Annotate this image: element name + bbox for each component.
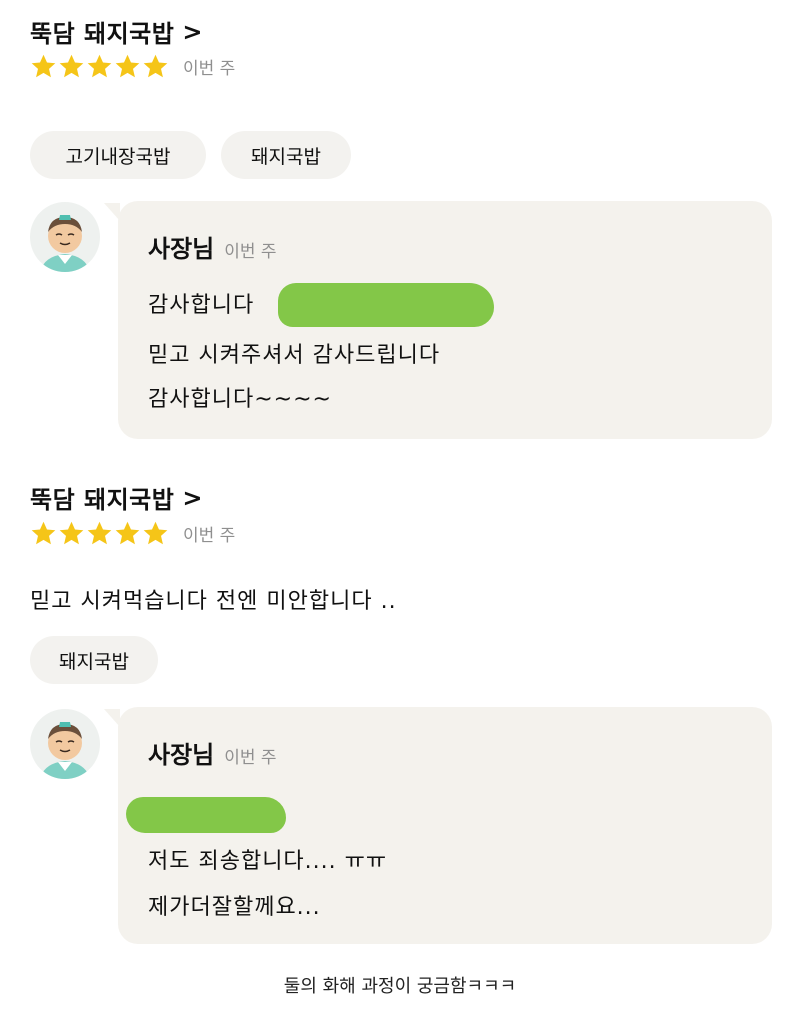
reply-line: 감사합니다~~~~ bbox=[148, 387, 332, 412]
star-icon bbox=[31, 54, 56, 77]
reply-date: 이번 주 bbox=[224, 242, 277, 262]
owner-avatar bbox=[30, 709, 100, 779]
review-date: 이번 주 bbox=[183, 525, 236, 546]
star-icon bbox=[87, 521, 112, 544]
owner-avatar bbox=[30, 202, 100, 272]
star-icon bbox=[115, 54, 140, 77]
menu-tag[interactable]: 돼지국밥 bbox=[221, 131, 351, 179]
reply-date: 이번 주 bbox=[224, 748, 277, 768]
star-icon bbox=[143, 521, 168, 544]
store-name-link-2[interactable]: 뚝담 돼지국밥 > bbox=[30, 480, 202, 515]
star-icon bbox=[143, 54, 168, 77]
star-icon bbox=[59, 521, 84, 544]
owner-name: 사장님 bbox=[148, 741, 215, 769]
star-rating bbox=[30, 520, 169, 547]
star-icon bbox=[31, 521, 56, 544]
star-icon bbox=[59, 54, 84, 77]
menu-tag[interactable]: 고기내장국밥 bbox=[30, 131, 206, 179]
owner-reply-bubble: 사장님 이번 주 저도 죄송합니다.... ㅠㅠ 제가더잘할께요... bbox=[118, 707, 772, 944]
owner-reply-header: 사장님 이번 주 bbox=[148, 735, 277, 770]
owner-name: 사장님 bbox=[148, 235, 215, 263]
caption: 둘의 화해 과정이 궁금함ㅋㅋㅋ bbox=[283, 976, 517, 997]
reply-line: 감사합니다 bbox=[148, 293, 255, 318]
review-text: 믿고 시켜먹습니다 전엔 미안합니다 .. bbox=[30, 589, 397, 614]
owner-reply-bubble: 사장님 이번 주 감사합니다 믿고 시켜주셔서 감사드립니다 감사합니다~~~~ bbox=[118, 201, 772, 439]
chevron-right-icon: > bbox=[182, 17, 203, 46]
star-icon bbox=[87, 54, 112, 77]
redaction-mark bbox=[278, 283, 494, 327]
store-name-link-1[interactable]: 뚝담 돼지국밥 > bbox=[30, 14, 202, 49]
owner-reply-header: 사장님 이번 주 bbox=[148, 229, 277, 264]
chevron-right-icon: > bbox=[182, 483, 203, 512]
star-icon bbox=[115, 521, 140, 544]
rating-row: 이번 주 bbox=[30, 519, 235, 547]
review-date: 이번 주 bbox=[183, 58, 236, 79]
redaction-mark bbox=[126, 797, 286, 833]
reply-line: 저도 죄송합니다.... ㅠㅠ bbox=[148, 849, 388, 874]
star-rating bbox=[30, 53, 169, 80]
menu-tag[interactable]: 돼지국밥 bbox=[30, 636, 158, 684]
reply-line: 믿고 시켜주셔서 감사드립니다 bbox=[148, 343, 441, 368]
store-name: 뚝담 돼지국밥 bbox=[30, 486, 175, 514]
rating-row: 이번 주 bbox=[30, 52, 235, 80]
reply-line: 제가더잘할께요... bbox=[148, 895, 321, 920]
store-name: 뚝담 돼지국밥 bbox=[30, 20, 175, 48]
